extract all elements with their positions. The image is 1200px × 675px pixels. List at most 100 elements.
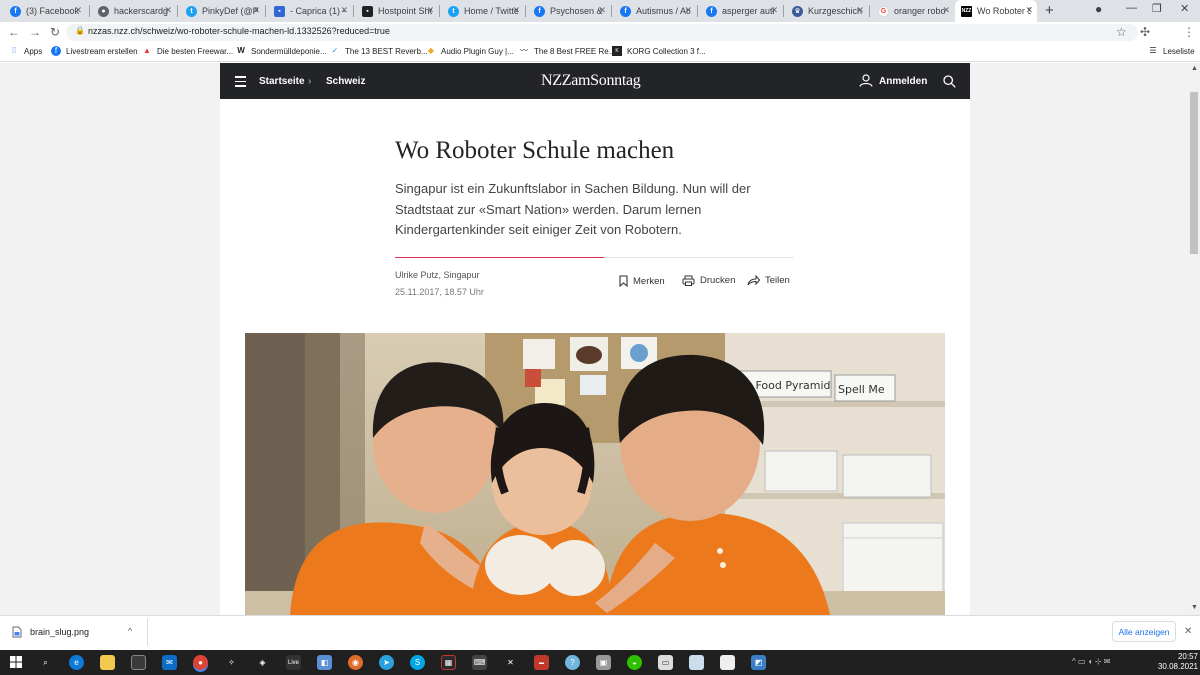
bookmark-item[interactable]: W Sondermülldeponie... <box>236 46 326 56</box>
browser-tab[interactable]: ▪ - Caprica (1) - ✕ <box>268 0 352 22</box>
app-icon[interactable]: ▦ <box>441 655 456 670</box>
search-icon[interactable]: ⌕ <box>38 655 53 670</box>
close-tab-icon[interactable]: ✕ <box>942 5 950 16</box>
keyboard-icon[interactable]: ⌨ <box>472 655 487 670</box>
scroll-up-icon[interactable]: ▲ <box>1191 65 1198 72</box>
restore-icon[interactable]: ❐ <box>1152 2 1162 15</box>
browser-tab[interactable]: ● hackerscardg ✕ <box>92 0 176 22</box>
bookmark-item[interactable]: f Livestream erstellen <box>51 46 138 56</box>
extensions-icon[interactable]: ✣ <box>1140 25 1150 39</box>
forward-icon[interactable]: → <box>29 25 41 39</box>
bookmark-star-icon[interactable]: ☆ <box>1116 25 1127 39</box>
accent-divider <box>395 257 604 258</box>
app-icon[interactable] <box>720 655 735 670</box>
app-icon[interactable]: ▣ <box>596 655 611 670</box>
divider <box>604 257 794 258</box>
breadcrumb-home[interactable]: Startseite <box>259 76 305 87</box>
close-tab-icon[interactable]: ✕ <box>1025 5 1033 16</box>
mail-icon[interactable]: ✉ <box>162 655 177 670</box>
plugin-icon: ◆ <box>427 46 435 55</box>
browser-tab[interactable]: ♛ Kurzgeschich ✕ <box>786 0 868 22</box>
clock[interactable]: 20:57 30.08.2021 <box>1156 652 1198 672</box>
scrollbar-thumb[interactable] <box>1190 92 1198 254</box>
app-icon[interactable]: ◧ <box>317 655 332 670</box>
browser-tab[interactable]: t PinkyDef (@P ✕ <box>180 0 264 22</box>
hamburger-menu-icon[interactable] <box>235 76 246 90</box>
browser-tab[interactable]: t Home / Twitte ✕ <box>442 0 524 22</box>
w-icon: W <box>237 46 245 55</box>
close-tab-icon[interactable]: ✕ <box>74 5 82 16</box>
reload-icon[interactable]: ↻ <box>50 25 60 39</box>
minimize-icon[interactable]: — <box>1126 2 1137 14</box>
bookmark-item[interactable]: ◆ Audio Plugin Guy |... <box>426 46 514 56</box>
show-all-downloads-button[interactable]: Alle anzeigen <box>1112 621 1176 642</box>
store-icon[interactable] <box>131 655 146 670</box>
close-tab-icon[interactable]: ✕ <box>770 5 778 16</box>
browser-tab[interactable]: f (3) Facebook ✕ <box>4 0 86 22</box>
close-tab-icon[interactable]: ✕ <box>684 5 692 16</box>
app-icon[interactable]: ? <box>565 655 580 670</box>
close-tab-icon[interactable]: ✕ <box>164 5 172 16</box>
profile-menu-icon[interactable]: ● <box>1095 2 1102 16</box>
photo-sign-spell-me: Spell Me <box>838 383 885 396</box>
close-window-icon[interactable]: ✕ <box>1180 2 1189 15</box>
reading-list[interactable]: ☰ Leseliste <box>1148 46 1194 56</box>
app-icon[interactable]: ✕ <box>503 655 518 670</box>
article-author[interactable]: Ulrike Putz, Singapur <box>395 270 480 280</box>
share-button[interactable]: Teilen <box>747 275 790 286</box>
close-tab-icon[interactable]: ✕ <box>598 5 606 16</box>
live-app-icon[interactable]: Live <box>286 655 301 670</box>
download-filename[interactable]: brain_slug.png <box>30 627 89 637</box>
search-icon[interactable] <box>943 75 956 88</box>
browser-tab[interactable]: G oranger robo ✕ <box>872 0 954 22</box>
app-icon[interactable]: ▬ <box>534 655 549 670</box>
skype-icon[interactable]: S <box>410 655 425 670</box>
site-logo[interactable]: NZZamSonntag <box>541 72 641 90</box>
telegram-icon[interactable]: ➤ <box>379 655 394 670</box>
close-tab-icon[interactable]: ✕ <box>512 5 520 16</box>
bookmark-button[interactable]: Merken <box>619 275 665 287</box>
back-icon[interactable]: ← <box>8 25 20 39</box>
lock-icon: 🔒 <box>75 26 85 35</box>
edge-icon[interactable]: e <box>69 655 84 670</box>
close-tab-icon[interactable]: ✕ <box>426 5 434 16</box>
bookmark-item[interactable]: K KORG Collection 3 f... <box>612 46 706 56</box>
close-downloads-icon[interactable]: ✕ <box>1184 626 1192 637</box>
windows-start-icon[interactable] <box>10 656 22 668</box>
browser-tab[interactable]: f Autismus / Au ✕ <box>614 0 696 22</box>
chrome-icon[interactable]: ● <box>193 655 208 670</box>
login-link[interactable]: Anmelden <box>879 76 927 87</box>
bookmark-apps[interactable]: ⁞⁞ Apps <box>9 46 42 56</box>
menu-kebab-icon[interactable]: ⋮ <box>1183 25 1195 39</box>
app-icon[interactable]: ◈ <box>255 655 270 670</box>
app-icon[interactable] <box>689 655 704 670</box>
breadcrumb-section[interactable]: Schweiz <box>326 76 365 87</box>
google-icon: G <box>878 5 889 17</box>
bookmark-item[interactable]: ▲ Die besten Freewar... <box>142 46 233 56</box>
app-icon[interactable]: ◩ <box>751 655 766 670</box>
wave-icon: 〰 <box>520 46 528 55</box>
app-icon[interactable]: ▭ <box>658 655 673 670</box>
bookmark-item[interactable]: 〰 The 8 Best FREE Re... <box>519 46 615 56</box>
chevron-up-icon[interactable]: ^ <box>128 626 132 636</box>
close-tab-icon[interactable]: ✕ <box>252 5 260 16</box>
bookmark-item[interactable]: ✓ The 13 BEST Reverb... <box>330 46 428 56</box>
system-tray[interactable]: ^ ▭ ◖ ⊹ ✉ <box>1072 657 1110 666</box>
browser-tab[interactable]: f Psychosen & ✕ <box>528 0 610 22</box>
facebook-icon: f <box>51 46 61 56</box>
close-tab-icon[interactable]: ✕ <box>340 5 348 16</box>
app-icon[interactable]: ✧ <box>224 655 239 670</box>
scroll-down-icon[interactable]: ▼ <box>1191 604 1198 611</box>
print-button[interactable]: Drucken <box>682 275 735 286</box>
wechat-icon[interactable]: ◒ <box>627 655 642 670</box>
new-tab-button[interactable]: + <box>1045 2 1054 19</box>
user-icon[interactable] <box>859 74 873 87</box>
close-tab-icon[interactable]: ✕ <box>856 5 864 16</box>
file-explorer-icon[interactable] <box>100 655 115 670</box>
url-text[interactable]: nzzas.nzz.ch/schweiz/wo-roboter-schule-m… <box>88 26 390 36</box>
korg-icon: K <box>612 46 622 56</box>
browser-tab[interactable]: f asperger auti ✕ <box>700 0 782 22</box>
browser-tab-active[interactable]: NZZ Wo Roboter S ✕ <box>955 0 1037 22</box>
browser-tab[interactable]: ▪ Hostpoint Sho ✕ <box>356 0 438 22</box>
app-icon[interactable]: ◉ <box>348 655 363 670</box>
